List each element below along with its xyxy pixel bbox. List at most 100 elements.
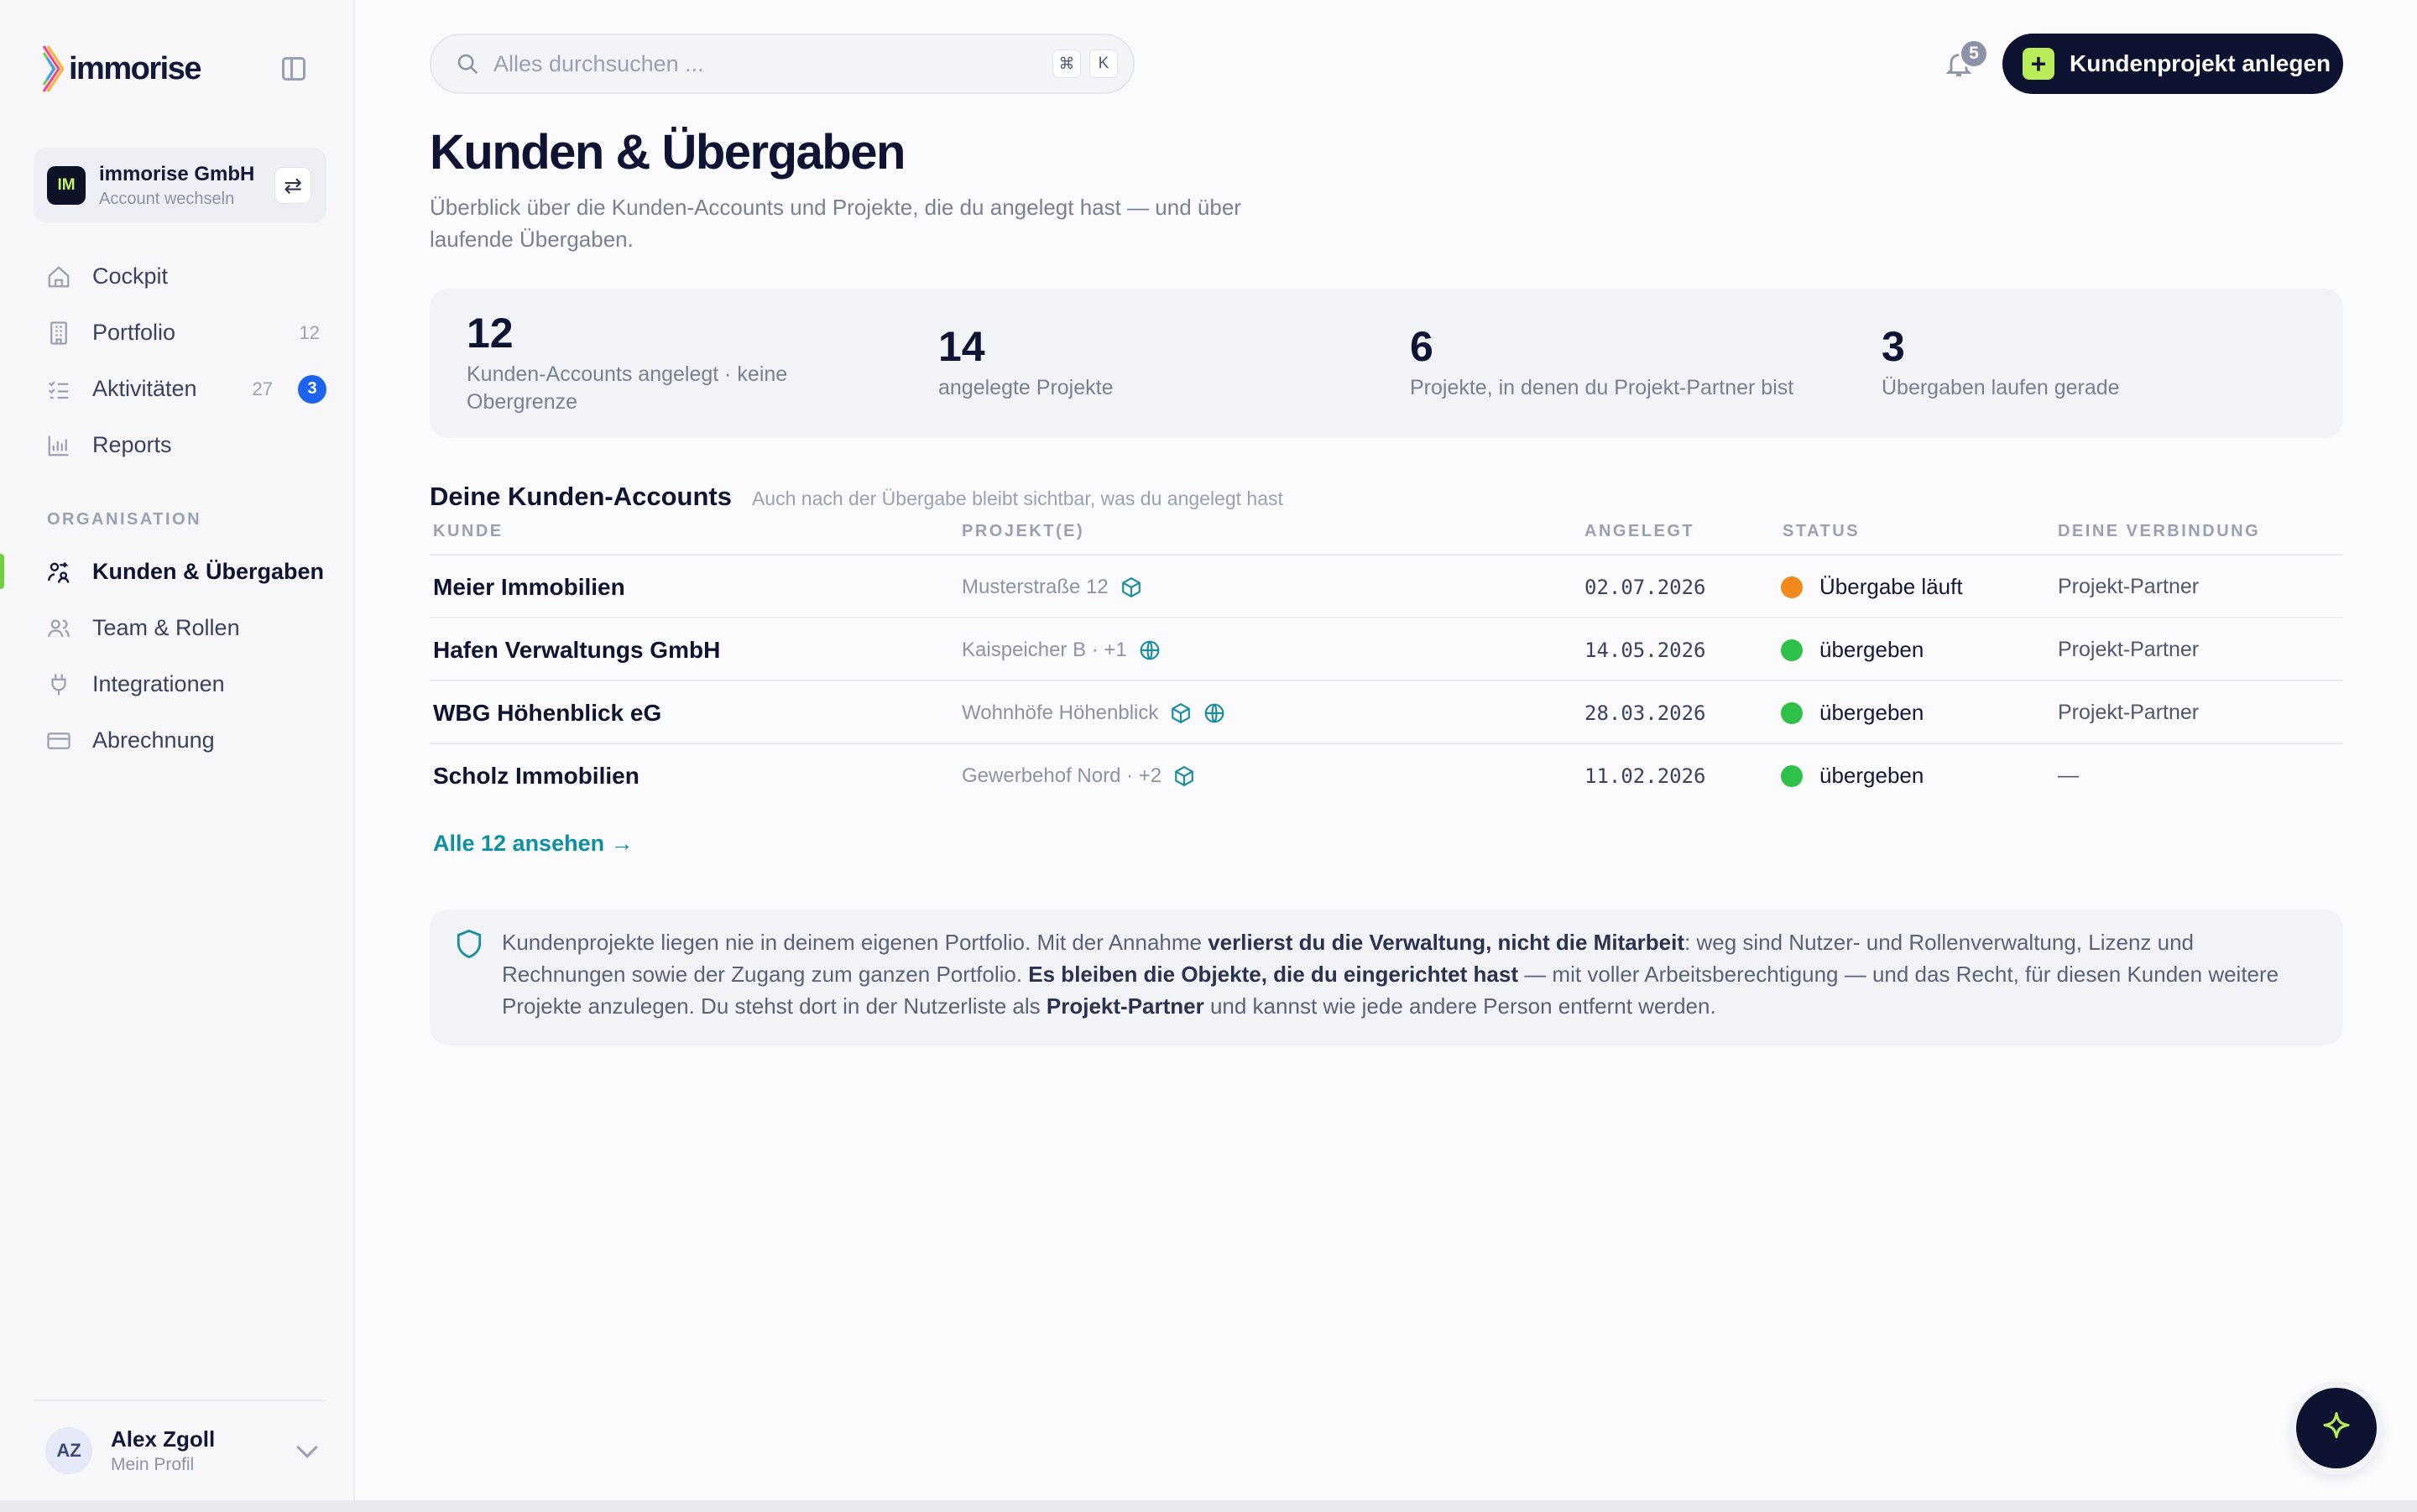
sidebar-collapse-icon[interactable] <box>282 57 305 81</box>
column-header-verbindung[interactable]: DEINE VERBINDUNG <box>2058 522 2260 541</box>
status-dot <box>1781 701 1803 724</box>
nav-item-integrationen[interactable]: Integrationen <box>0 656 355 712</box>
created-date: 11.02.2026 <box>1584 764 1706 788</box>
project-cell: Kaispeicher B · +1 <box>962 618 1161 681</box>
status-dot <box>1781 639 1803 661</box>
table-heading: Deine Kunden-Accounts Auch nach der Über… <box>430 482 1283 512</box>
stats-summary: 12 Kunden-Accounts angelegt · keine Ober… <box>430 289 2343 438</box>
credit-card-icon <box>45 727 72 754</box>
stat-value: 12 <box>467 310 514 357</box>
table-hint: Auch nach der Übergabe bleibt sichtbar, … <box>751 487 1283 509</box>
info-emphasis: Projekt-Partner <box>1046 993 1204 1019</box>
project-cell: Musterstraße 12 <box>962 555 1142 618</box>
project-cell: Wohnhöfe Höhenblick <box>962 681 1225 744</box>
account-switch-label: Account wechseln <box>99 189 235 208</box>
stat-value: 14 <box>938 323 985 370</box>
shield-icon <box>457 929 482 959</box>
customer-name: Scholz Immobilien <box>433 762 639 789</box>
stat-value: 3 <box>1882 323 1905 370</box>
created-date: 28.03.2026 <box>1584 701 1706 725</box>
page-subtitle: Überblick über die Kunden-Accounts und P… <box>430 195 1241 252</box>
user-profile-menu[interactable]: AZ Alex Zgoll Mein Profil <box>34 1400 326 1500</box>
plug-icon <box>45 671 72 698</box>
status-label: übergeben <box>1819 637 1924 662</box>
app-root: immorise IM immorise GmbH Account wechse… <box>0 0 2417 1500</box>
table-row[interactable]: WBG Höhenblick eG Wohnhöfe Höhenblick 28… <box>430 680 2343 743</box>
nav-count: 12 <box>299 321 320 343</box>
table-row[interactable]: Scholz Immobilien Gewerbehof Nord · +2 1… <box>430 743 2343 806</box>
nav-item-label: Aktivitäten <box>92 376 197 401</box>
column-header-angelegt[interactable]: ANGELEGT <box>1584 522 1694 541</box>
home-icon <box>45 263 72 290</box>
account-name: immorise GmbH <box>99 162 255 185</box>
brand-name: immorise <box>69 50 201 86</box>
checklist-icon <box>45 376 72 403</box>
account-switcher[interactable]: IM immorise GmbH Account wechseln ⇄ <box>34 148 326 223</box>
nav-item-team-rollen[interactable]: Team & Rollen <box>0 600 355 656</box>
main-nav: Cockpit Portfolio 12 Aktivitäten 27 3 Re… <box>0 248 355 473</box>
building-icon <box>45 320 72 347</box>
account-avatar: IM <box>47 166 86 205</box>
info-text-part: Kundenprojekte liegen nie in deinem eige… <box>502 930 1208 955</box>
project-name: Kaispeicher B · +1 <box>962 638 1127 661</box>
status-dot <box>1781 576 1803 598</box>
nav-item-label: Integrationen <box>92 671 225 696</box>
globe-icon <box>1140 640 1160 660</box>
column-header-projekte[interactable]: PROJEKT(E) <box>962 522 1084 541</box>
nav-item-portfolio[interactable]: Portfolio 12 <box>0 305 355 361</box>
status-label: Übergabe läuft <box>1819 574 1963 599</box>
cube-icon <box>1172 702 1191 723</box>
column-header-kunde[interactable]: KUNDE <box>433 522 504 541</box>
table-row[interactable]: Hafen Verwaltungs GmbH Kaispeicher B · +… <box>430 617 2343 680</box>
cube-icon <box>1121 576 1141 597</box>
nav-item-label: Team & Rollen <box>92 615 240 640</box>
chevron-down-icon <box>296 1436 318 1458</box>
notification-count-badge: 5 <box>1959 39 1989 69</box>
stat-handovers: 3 Übergaben laufen gerade <box>1882 322 2318 402</box>
cta-label: Kundenprojekt anlegen <box>2070 50 2331 76</box>
project-name: Musterstraße 12 <box>962 575 1109 598</box>
info-emphasis: verlierst du die Verwaltung, nicht die M… <box>1208 930 1685 955</box>
nav-section-label: ORGANISATION <box>47 510 202 529</box>
connection-type: Projekt-Partner <box>2058 638 2200 661</box>
window-bottom-edge <box>0 1500 2417 1512</box>
project-name: Wohnhöfe Höhenblick <box>962 701 1159 724</box>
status-label: übergeben <box>1819 700 1924 725</box>
stat-label: angelegte Projekte <box>938 376 1114 399</box>
nav-item-abrechnung[interactable]: Abrechnung <box>0 712 355 769</box>
stat-label: Projekte, in denen du Projekt-Partner bi… <box>1410 376 1794 399</box>
global-search[interactable]: ⌘ K <box>430 34 1135 94</box>
see-all-accounts-link[interactable]: Alle 12 ansehen → <box>433 831 634 857</box>
project-cell: Gewerbehof Nord · +2 <box>962 744 1195 807</box>
search-input[interactable] <box>493 50 1052 77</box>
stat-projects: 14 angelegte Projekte <box>938 322 1375 402</box>
created-date: 02.07.2026 <box>1584 575 1706 599</box>
table-row[interactable]: Meier Immobilien Musterstraße 12 02.07.2… <box>430 554 2343 617</box>
avatar: AZ <box>45 1427 92 1474</box>
nav-item-label: Kunden & Übergaben <box>92 559 325 584</box>
customer-name: Hafen Verwaltungs GmbH <box>433 636 721 663</box>
table-title: Deine Kunden-Accounts <box>430 482 732 511</box>
switch-arrows-icon[interactable]: ⇄ <box>274 167 311 204</box>
nav-count: 27 <box>252 378 273 399</box>
bar-chart-icon <box>45 432 72 459</box>
status-cell: übergeben <box>1781 618 1924 681</box>
connection-type: — <box>2058 764 2079 787</box>
cube-icon <box>1175 765 1193 786</box>
brand-logo[interactable]: immorise <box>42 44 201 94</box>
org-nav: Kunden & Übergaben Team & Rollen Integra… <box>0 544 355 769</box>
nav-item-aktivitaeten[interactable]: Aktivitäten 27 3 <box>0 361 355 417</box>
handshake-icon <box>45 559 72 586</box>
ai-assistant-button[interactable] <box>2296 1388 2377 1468</box>
nav-item-label: Reports <box>92 432 172 457</box>
customer-name: WBG Höhenblick eG <box>433 699 662 726</box>
create-customer-project-button[interactable]: + Kundenprojekt anlegen <box>2002 34 2343 94</box>
status-cell: Übergabe läuft <box>1781 555 1963 618</box>
info-text: Kundenprojekte liegen nie in deinem eige… <box>502 926 2315 1022</box>
nav-item-kunden-uebergaben[interactable]: Kunden & Übergaben <box>0 544 355 600</box>
connection-type: Projekt-Partner <box>2058 575 2200 598</box>
column-header-status[interactable]: STATUS <box>1783 522 1860 541</box>
info-emphasis: Es bleiben die Objekte, die du eingerich… <box>1028 962 1518 987</box>
nav-item-cockpit[interactable]: Cockpit <box>0 248 355 305</box>
nav-item-reports[interactable]: Reports <box>0 417 355 473</box>
